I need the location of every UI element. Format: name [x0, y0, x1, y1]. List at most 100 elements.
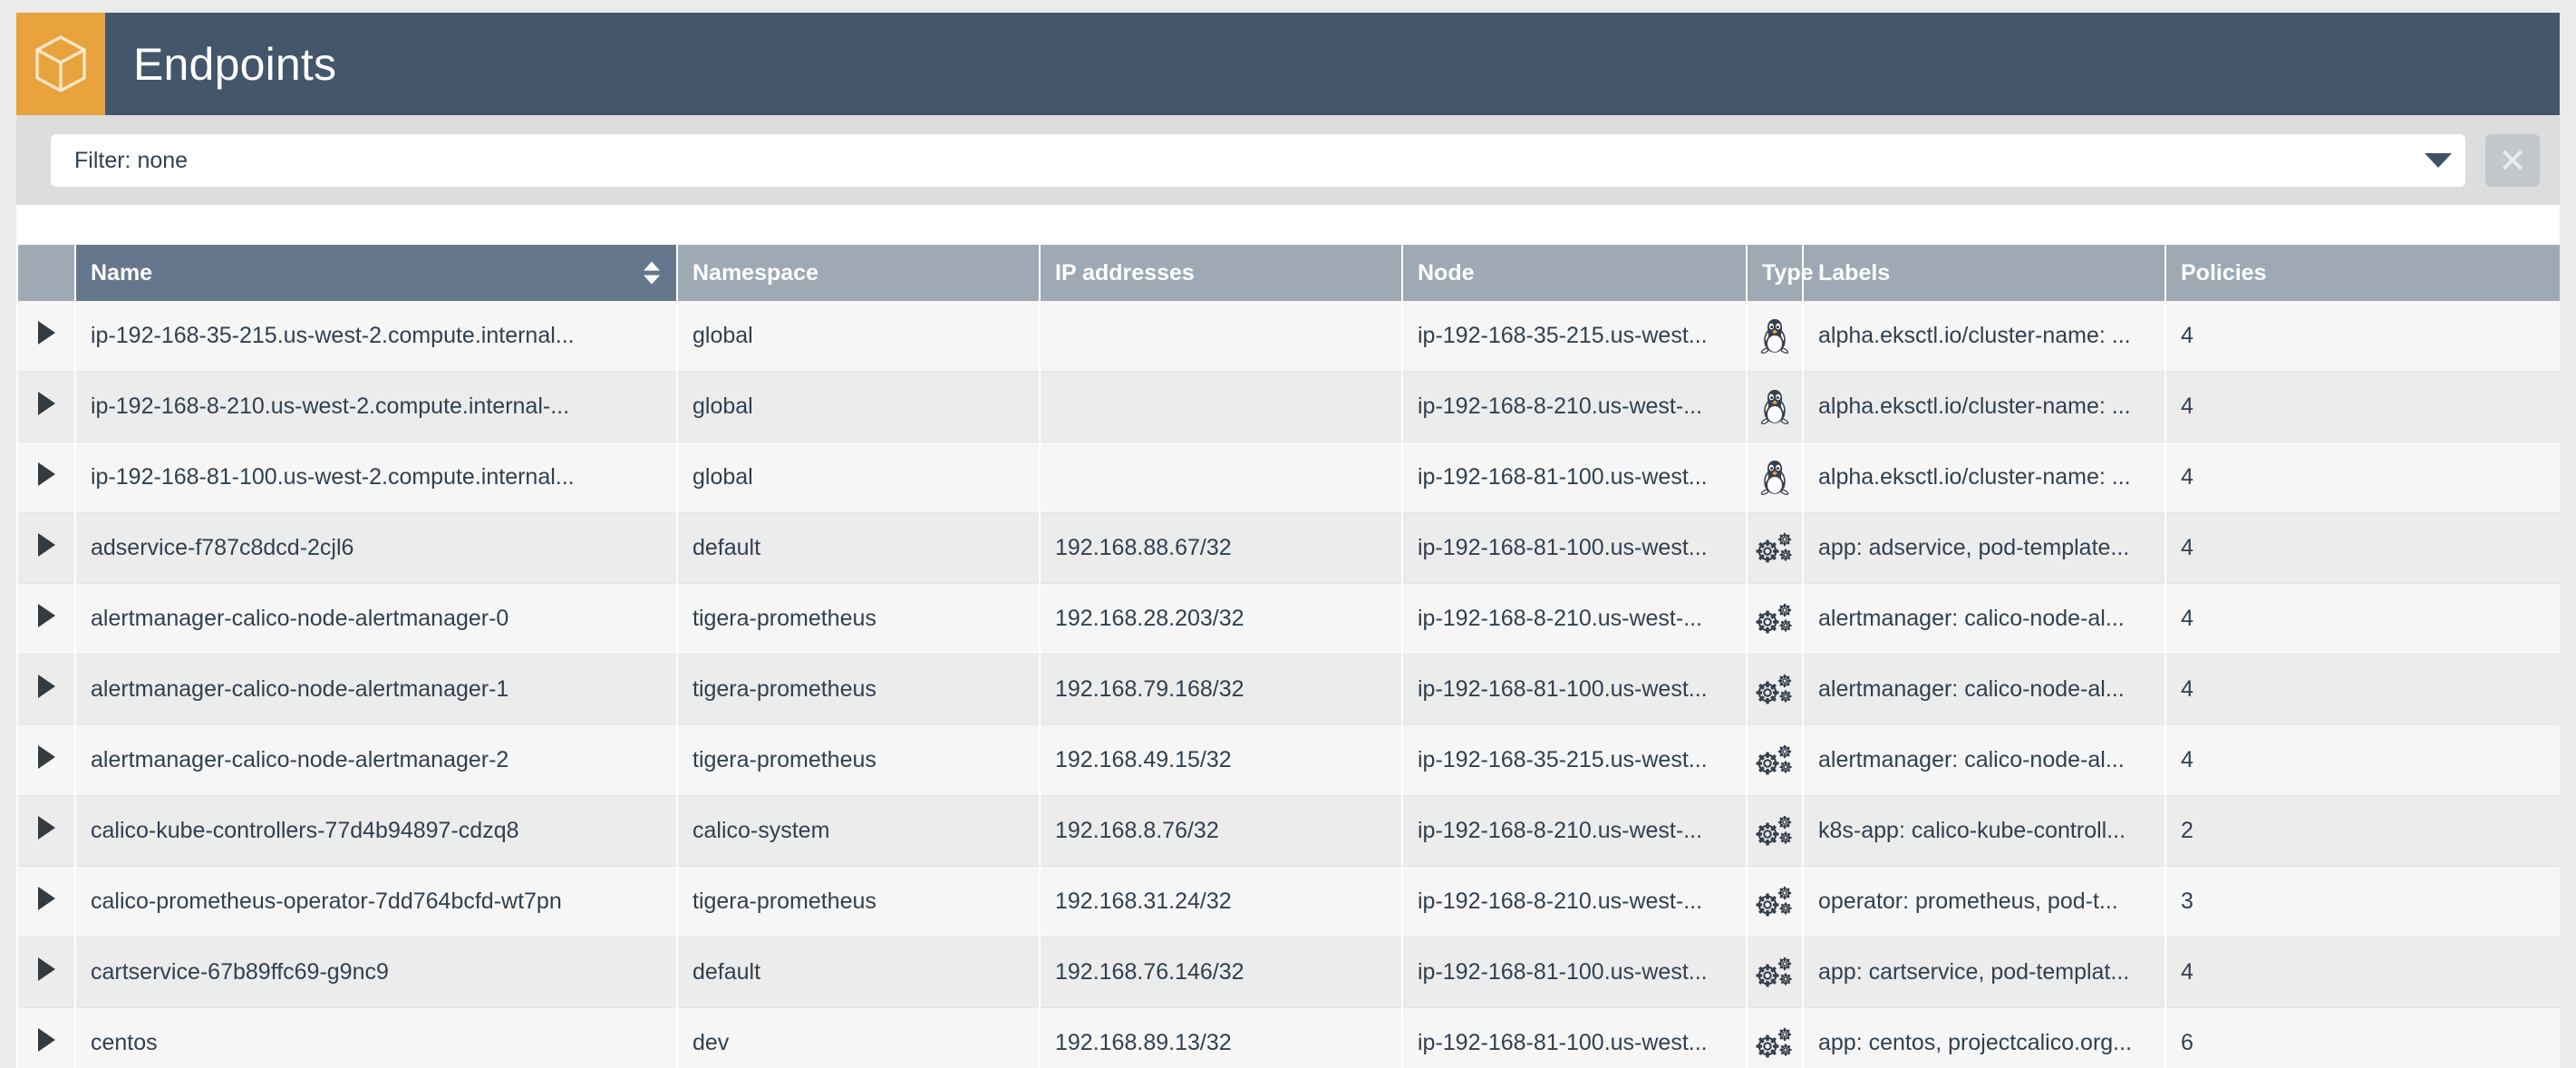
table-row[interactable]: calico-prometheus-operator-7dd764bcfd-wt… — [18, 867, 2560, 937]
app-logo — [16, 13, 105, 115]
row-expand-cell[interactable] — [18, 442, 74, 513]
cell-ip-addresses: 192.168.31.24/32 — [1041, 867, 1401, 937]
column-header-ip-addresses[interactable]: IP addresses — [1041, 245, 1401, 301]
expand-triangle-icon[interactable] — [38, 462, 55, 486]
expand-triangle-icon[interactable] — [38, 745, 55, 769]
cell-policies: 4 — [2166, 937, 2560, 1008]
expand-triangle-icon[interactable] — [38, 816, 55, 840]
cell-namespace: tigera-prometheus — [678, 584, 1039, 655]
row-expand-cell[interactable] — [18, 725, 74, 796]
cell-ip-addresses — [1041, 372, 1401, 442]
row-expand-cell[interactable] — [18, 796, 74, 867]
cell-ip-addresses: 192.168.8.76/32 — [1041, 796, 1401, 867]
expand-triangle-icon[interactable] — [38, 321, 55, 345]
table-row[interactable]: calico-kube-controllers-77d4b94897-cdzq8… — [18, 796, 2560, 867]
table-row[interactable]: cartservice-67b89ffc69-g9nc9default192.1… — [18, 937, 2560, 1008]
table-header-row: Name Namespace IP addresses Node Type La… — [18, 245, 2560, 301]
row-expand-cell[interactable] — [18, 655, 74, 725]
table-row[interactable]: alertmanager-calico-node-alertmanager-2t… — [18, 725, 2560, 796]
cell-type — [1748, 442, 1802, 513]
cell-namespace: tigera-prometheus — [678, 655, 1039, 725]
column-header-name[interactable]: Name — [76, 245, 676, 301]
cube-icon — [34, 34, 88, 94]
column-header-node[interactable]: Node — [1403, 245, 1746, 301]
cell-name: adservice-f787c8dcd-2cjl6 — [76, 513, 676, 584]
page-title: Endpoints — [105, 13, 336, 115]
column-header-policies[interactable]: Policies — [2166, 245, 2560, 301]
expand-triangle-icon[interactable] — [38, 675, 55, 698]
cell-type — [1748, 725, 1802, 796]
gears-icon — [1753, 600, 1796, 638]
expand-triangle-icon[interactable] — [38, 392, 55, 415]
cell-node: ip-192-168-8-210.us-west-... — [1403, 796, 1746, 867]
clear-filter-button[interactable]: ✕ — [2485, 134, 2540, 187]
filter-input[interactable]: Filter: none — [51, 148, 2411, 174]
cell-policies: 4 — [2166, 655, 2560, 725]
filter-select[interactable]: Filter: none — [51, 134, 2465, 187]
expand-triangle-icon[interactable] — [38, 887, 55, 910]
cell-policies: 6 — [2166, 1008, 2560, 1068]
cell-ip-addresses: 192.168.88.67/32 — [1041, 513, 1401, 584]
cell-ip-addresses: 192.168.79.168/32 — [1041, 655, 1401, 725]
cell-name: alertmanager-calico-node-alertmanager-0 — [76, 584, 676, 655]
cell-policies: 4 — [2166, 584, 2560, 655]
cell-ip-addresses — [1041, 301, 1401, 372]
column-header-type[interactable]: Type — [1748, 245, 1802, 301]
expand-triangle-icon[interactable] — [38, 957, 55, 981]
table-row[interactable]: ip-192-168-81-100.us-west-2.compute.inte… — [18, 442, 2560, 513]
gears-icon — [1753, 1024, 1796, 1063]
expand-triangle-icon[interactable] — [38, 1028, 55, 1052]
row-expand-cell[interactable] — [18, 584, 74, 655]
cell-node: ip-192-168-81-100.us-west... — [1403, 513, 1746, 584]
row-expand-cell[interactable] — [18, 301, 74, 372]
row-expand-cell[interactable] — [18, 867, 74, 937]
cell-namespace: default — [678, 513, 1039, 584]
table-header: Name Namespace IP addresses Node Type La… — [18, 245, 2560, 301]
gears-icon — [1753, 883, 1796, 921]
cell-policies: 4 — [2166, 513, 2560, 584]
row-expand-cell[interactable] — [18, 1008, 74, 1068]
cell-namespace: global — [678, 442, 1039, 513]
column-header-labels[interactable]: Labels — [1804, 245, 2164, 301]
expand-triangle-icon[interactable] — [38, 533, 55, 557]
table-row[interactable]: alertmanager-calico-node-alertmanager-0t… — [18, 584, 2560, 655]
cell-labels: alertmanager: calico-node-al... — [1804, 655, 2164, 725]
cell-ip-addresses: 192.168.89.13/32 — [1041, 1008, 1401, 1068]
cell-labels: alertmanager: calico-node-al... — [1804, 584, 2164, 655]
cell-node: ip-192-168-8-210.us-west-... — [1403, 867, 1746, 937]
cell-policies: 4 — [2166, 301, 2560, 372]
filter-bar: Filter: none ✕ — [16, 115, 2560, 205]
cell-node: ip-192-168-35-215.us-west... — [1403, 301, 1746, 372]
cell-labels: alertmanager: calico-node-al... — [1804, 725, 2164, 796]
row-expand-cell[interactable] — [18, 937, 74, 1008]
cell-policies: 2 — [2166, 796, 2560, 867]
expand-triangle-icon[interactable] — [38, 604, 55, 627]
table-row[interactable]: ip-192-168-35-215.us-west-2.compute.inte… — [18, 301, 2560, 372]
table-row[interactable]: alertmanager-calico-node-alertmanager-1t… — [18, 655, 2560, 725]
row-expand-cell[interactable] — [18, 372, 74, 442]
cell-labels: app: centos, projectcalico.org... — [1804, 1008, 2164, 1068]
cell-node: ip-192-168-81-100.us-west... — [1403, 937, 1746, 1008]
cell-node: ip-192-168-81-100.us-west... — [1403, 1008, 1746, 1068]
cell-labels: alpha.eksctl.io/cluster-name: ... — [1804, 372, 2164, 442]
cell-ip-addresses: 192.168.28.203/32 — [1041, 584, 1401, 655]
cell-labels: alpha.eksctl.io/cluster-name: ... — [1804, 442, 2164, 513]
cell-name: alertmanager-calico-node-alertmanager-1 — [76, 655, 676, 725]
table-row[interactable]: adservice-f787c8dcd-2cjl6default192.168.… — [18, 513, 2560, 584]
gears-icon — [1753, 812, 1796, 850]
row-expand-cell[interactable] — [18, 513, 74, 584]
cell-labels: operator: prometheus, pod-t... — [1804, 867, 2164, 937]
table-row[interactable]: centosdev192.168.89.13/32ip-192-168-81-1… — [18, 1008, 2560, 1068]
cell-name: ip-192-168-35-215.us-west-2.compute.inte… — [76, 301, 676, 372]
cell-name: centos — [76, 1008, 676, 1068]
column-header-namespace[interactable]: Namespace — [678, 245, 1039, 301]
gears-icon — [1753, 529, 1796, 568]
cell-namespace: global — [678, 301, 1039, 372]
cell-policies: 4 — [2166, 372, 2560, 442]
sort-arrows-icon[interactable] — [644, 262, 660, 285]
cell-type — [1748, 584, 1802, 655]
chevron-down-icon[interactable] — [2411, 134, 2465, 187]
cell-node: ip-192-168-35-215.us-west... — [1403, 725, 1746, 796]
cell-type — [1748, 301, 1802, 372]
table-row[interactable]: ip-192-168-8-210.us-west-2.compute.inter… — [18, 372, 2560, 442]
